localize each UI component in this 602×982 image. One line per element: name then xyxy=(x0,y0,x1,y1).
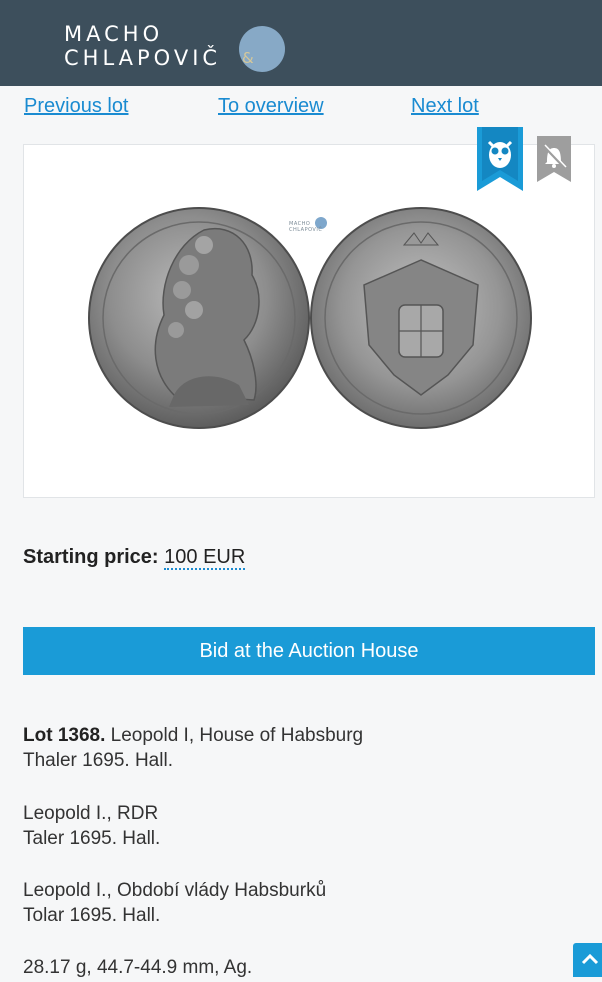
lot-image-panel[interactable]: MACHO CHLAPOVIČ xyxy=(23,144,595,498)
next-lot-link[interactable]: Next lot xyxy=(411,95,479,118)
lot-title: Leopold I, House of Habsburg xyxy=(110,725,364,746)
logo-line2: CHLAPOVIČ xyxy=(64,46,222,70)
overview-link[interactable]: To overview xyxy=(218,95,324,118)
previous-lot-link[interactable]: Previous lot xyxy=(24,95,129,118)
logo-line1: MACHO xyxy=(64,22,164,46)
bell-off-icon xyxy=(537,136,571,182)
scroll-to-top-button[interactable] xyxy=(573,943,602,977)
lot-number: Lot 1368. xyxy=(23,725,106,746)
owl-bookmark-icon xyxy=(477,127,523,191)
price-label: Starting price: xyxy=(23,546,159,568)
cz-title: Leopold I., Období vlády Habsburků xyxy=(23,880,327,901)
logo-ampersand: & xyxy=(242,49,254,67)
site-logo[interactable]: MACHO & CHLAPOVIČ xyxy=(64,22,285,72)
coin-reverse xyxy=(310,207,532,429)
de-title: Leopold I., RDR xyxy=(23,803,159,824)
lot-specs: 28.17 g, 44.7-44.9 mm, Ag. xyxy=(23,957,253,978)
lot-title-cz: Leopold I., Období vlády Habsburků Tolar… xyxy=(23,878,326,928)
site-header: MACHO & CHLAPOVIČ xyxy=(0,0,602,86)
lot-title-de: Leopold I., RDR Taler 1695. Hall. xyxy=(23,801,160,851)
starting-price: Starting price: 100 EUR xyxy=(23,546,246,570)
coin-image[interactable] xyxy=(24,145,596,499)
lot-subtitle: Thaler 1695. Hall. xyxy=(23,750,173,771)
chevron-up-icon xyxy=(581,953,599,965)
watermark-line2: CHLAPOVIČ xyxy=(289,227,323,233)
notification-toggle[interactable] xyxy=(537,136,571,182)
lot-title-en: Lot 1368. Leopold I, House of Habsburg T… xyxy=(23,723,363,773)
watermark-text: MACHO CHLAPOVIČ xyxy=(289,221,322,233)
watch-bookmark-button[interactable] xyxy=(475,127,525,193)
price-value[interactable]: 100 EUR xyxy=(164,546,246,570)
lot-navigation: Previous lot To overview Next lot xyxy=(0,95,602,123)
de-subtitle: Taler 1695. Hall. xyxy=(23,828,161,849)
coin-obverse xyxy=(88,207,310,429)
cz-subtitle: Tolar 1695. Hall. xyxy=(23,905,161,926)
bid-button[interactable]: Bid at the Auction House xyxy=(23,627,595,675)
